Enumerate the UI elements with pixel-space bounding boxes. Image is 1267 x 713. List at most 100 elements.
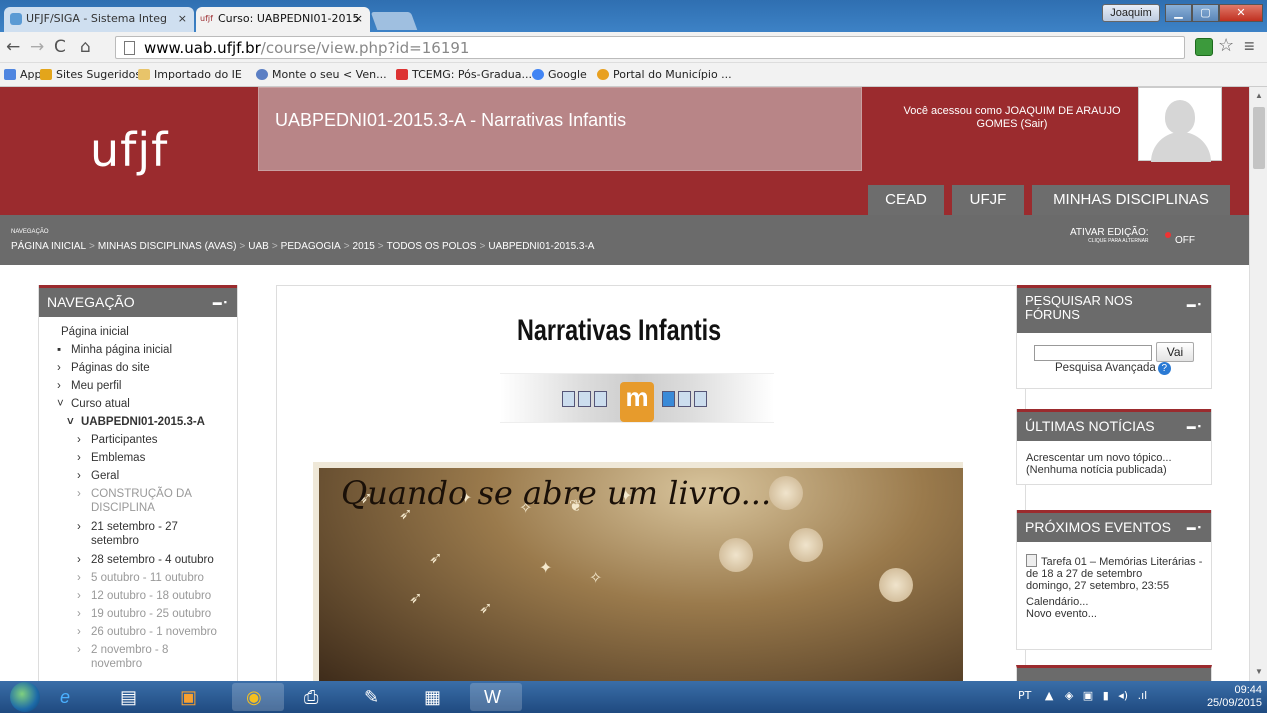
add-topic-link[interactable]: Acrescentar um novo tópico... xyxy=(1026,452,1172,464)
sidebar-item[interactable]: › CONSTRUÇÃO DA xyxy=(47,485,237,503)
address-bar[interactable]: www.uab.ufjf.br/course/view.php?id=16191 xyxy=(115,36,1185,59)
page-scrollbar[interactable]: ▲ ▼ xyxy=(1249,87,1267,681)
bookmark-importado-ie[interactable]: Importado do IE xyxy=(138,68,242,81)
taskbar-scanner[interactable]: ⎙ xyxy=(290,683,342,711)
taskbar-ie[interactable]: e xyxy=(46,683,98,711)
nav-minhas-disciplinas[interactable]: MINHAS DISCIPLINAS xyxy=(1032,185,1230,215)
signal-icon[interactable]: .ıl xyxy=(1138,689,1148,702)
crumb-pagina-inicial[interactable]: PÁGINA INICIAL xyxy=(11,241,86,252)
edit-state[interactable]: OFF xyxy=(1175,235,1195,246)
bookmark-star-icon[interactable]: ☆ xyxy=(1218,35,1234,56)
sidebar-item[interactable]: › Meu perfil xyxy=(47,377,237,395)
no-news-text: (Nenhuma notícia publicada) xyxy=(1026,464,1167,476)
taskbar-chrome[interactable]: ◉ xyxy=(232,683,284,711)
event-item[interactable]: Tarefa 01 – Memórias Literárias - de 18 … xyxy=(1026,554,1206,580)
tree-bullet-icon: › xyxy=(77,452,81,464)
crumb-pedagogia[interactable]: PEDAGOGIA xyxy=(281,241,341,252)
bookmark-sites-sugeridos[interactable]: Sites Sugeridos xyxy=(40,68,141,81)
battery-icon[interactable]: ▮ xyxy=(1103,689,1109,702)
sidebar-item[interactable]: ▪ Minha página inicial xyxy=(47,341,237,359)
sidebar-item[interactable]: › 26 outubro - 1 novembro xyxy=(47,623,237,641)
sidebar-item[interactable]: › 19 outubro - 25 outubro xyxy=(47,605,237,623)
sidebar-item[interactable]: ˅ UABPEDNI01-2015.3-A xyxy=(47,413,237,431)
crumb-2015[interactable]: 2015 xyxy=(353,241,375,252)
bookmark-tcemg[interactable]: TCEMG: Pós-Gradua... xyxy=(396,68,532,81)
sidebar-item[interactable]: › Páginas do site xyxy=(47,359,237,377)
tcemg-icon xyxy=(396,69,408,80)
sidebar-item[interactable]: › Participantes xyxy=(47,431,237,449)
media-player-icon: ▣ xyxy=(180,687,198,707)
avatar-head-icon xyxy=(1165,100,1195,134)
bookmark-monte-o-seu[interactable]: Monte o seu < Ven... xyxy=(256,68,387,81)
system-clock[interactable]: 09:44 25/09/2015 xyxy=(1206,684,1262,710)
sidebar-item[interactable]: setembro xyxy=(47,535,237,547)
windows-start-icon[interactable] xyxy=(10,682,40,712)
taskbar-apps[interactable]: ▦ xyxy=(410,683,462,711)
forward-arrow-icon[interactable]: → xyxy=(30,37,44,57)
forum-search-input[interactable] xyxy=(1034,345,1152,361)
sidebar-item[interactable]: DISCIPLINA xyxy=(47,502,237,514)
user-login-info[interactable]: Você acessou como JOAQUIM DE ARAUJO GOME… xyxy=(898,105,1126,131)
taskbar-media[interactable]: ▣ xyxy=(166,683,218,711)
tab-course[interactable]: ufjf Curso: UABPEDNI01-2015 × xyxy=(196,7,370,32)
chrome-menu-icon[interactable]: ≡ xyxy=(1244,36,1255,57)
minimize-icon[interactable]: ▁ xyxy=(1165,4,1192,22)
edit-mode-toggle[interactable]: ATIVAR EDIÇÃO: CLIQUE PARA ALTERNAR xyxy=(1070,228,1149,246)
crumb-minhas-disciplinas[interactable]: MINHAS DISCIPLINAS (AVAS) xyxy=(98,241,237,252)
sidebar-item[interactable]: ˅ Curso atual xyxy=(47,395,237,413)
taskbar-app[interactable]: ✎ xyxy=(350,683,402,711)
crumb-todos-os-polos[interactable]: TODOS OS POLOS xyxy=(387,241,477,252)
sidebar-item[interactable]: › 2 novembro - 8 xyxy=(47,641,237,659)
scrollbar-thumb[interactable] xyxy=(1253,107,1265,169)
close-tab-icon[interactable]: × xyxy=(354,12,363,25)
calendar-link[interactable]: Calendário... xyxy=(1026,596,1206,608)
close-tab-icon[interactable]: × xyxy=(178,12,187,25)
scroll-down-icon[interactable]: ▼ xyxy=(1255,667,1263,676)
block-controls-icon[interactable]: ▬▪ xyxy=(213,297,229,307)
sidebar-item[interactable]: › 5 outubro - 11 outubro xyxy=(47,569,237,587)
sidebar-item[interactable]: Página inicial xyxy=(47,323,237,341)
back-arrow-icon[interactable]: ← xyxy=(6,37,20,57)
block-controls-icon[interactable]: ▬▪ xyxy=(1187,522,1203,532)
help-icon[interactable]: ? xyxy=(1157,362,1171,375)
profile-button[interactable]: Joaquim xyxy=(1102,4,1160,22)
sidebar-item[interactable]: › Emblemas xyxy=(47,449,237,467)
taskbar-word[interactable]: W xyxy=(470,683,522,711)
tree-bullet-icon: › xyxy=(57,380,61,392)
tray-expand-icon[interactable]: ▲ xyxy=(1045,689,1053,702)
crumb-uab[interactable]: UAB xyxy=(248,241,269,252)
bookmark-google[interactable]: Google xyxy=(532,68,587,81)
home-icon[interactable]: ⌂ xyxy=(80,37,91,57)
nav-cead[interactable]: CEAD xyxy=(868,185,944,215)
portal-icon xyxy=(597,69,609,80)
scroll-up-icon[interactable]: ▲ xyxy=(1255,91,1263,100)
volume-icon[interactable]: ◂) xyxy=(1118,689,1128,702)
tab-siga[interactable]: UFJF/SIGA - Sistema Integ × xyxy=(4,7,194,32)
sidebar-item[interactable]: › Geral xyxy=(47,467,237,485)
rose-icon xyxy=(719,538,753,572)
new-tab-button[interactable] xyxy=(370,12,418,30)
sidebar-item[interactable]: › 28 setembro - 4 outubro xyxy=(47,551,237,569)
crumb-course[interactable]: UABPEDNI01-2015.3-A xyxy=(488,241,594,252)
antivirus-icon[interactable]: ◈ xyxy=(1065,689,1073,702)
language-indicator[interactable]: PT xyxy=(1018,689,1031,702)
network-icon[interactable]: ▣ xyxy=(1083,689,1093,702)
search-submit-button[interactable]: Vai xyxy=(1156,342,1194,362)
maximize-icon[interactable]: ▢ xyxy=(1192,4,1219,22)
close-window-icon[interactable]: ✕ xyxy=(1219,4,1263,22)
advanced-search-link[interactable]: Pesquisa Avançada? xyxy=(1055,362,1171,375)
extension-icon[interactable] xyxy=(1195,38,1213,56)
reload-icon[interactable]: C xyxy=(54,37,66,57)
tree-bullet-icon: › xyxy=(77,554,81,566)
block-controls-icon[interactable]: ▬▪ xyxy=(1187,421,1203,431)
block-controls-icon[interactable]: ▬▪ xyxy=(1187,297,1203,311)
ufjf-logo[interactable]: ufjf xyxy=(90,123,168,177)
sidebar-item[interactable]: novembro xyxy=(47,658,237,670)
avatar[interactable] xyxy=(1138,87,1222,162)
sidebar-item[interactable]: › 12 outubro - 18 outubro xyxy=(47,587,237,605)
sidebar-item[interactable]: › 21 setembro - 27 xyxy=(47,518,237,536)
bookmark-portal-municipio[interactable]: Portal do Município ... xyxy=(597,68,732,81)
taskbar-explorer[interactable]: ▤ xyxy=(106,683,158,711)
nav-ufjf[interactable]: UFJF xyxy=(952,185,1024,215)
new-event-link[interactable]: Novo evento... xyxy=(1026,608,1206,620)
